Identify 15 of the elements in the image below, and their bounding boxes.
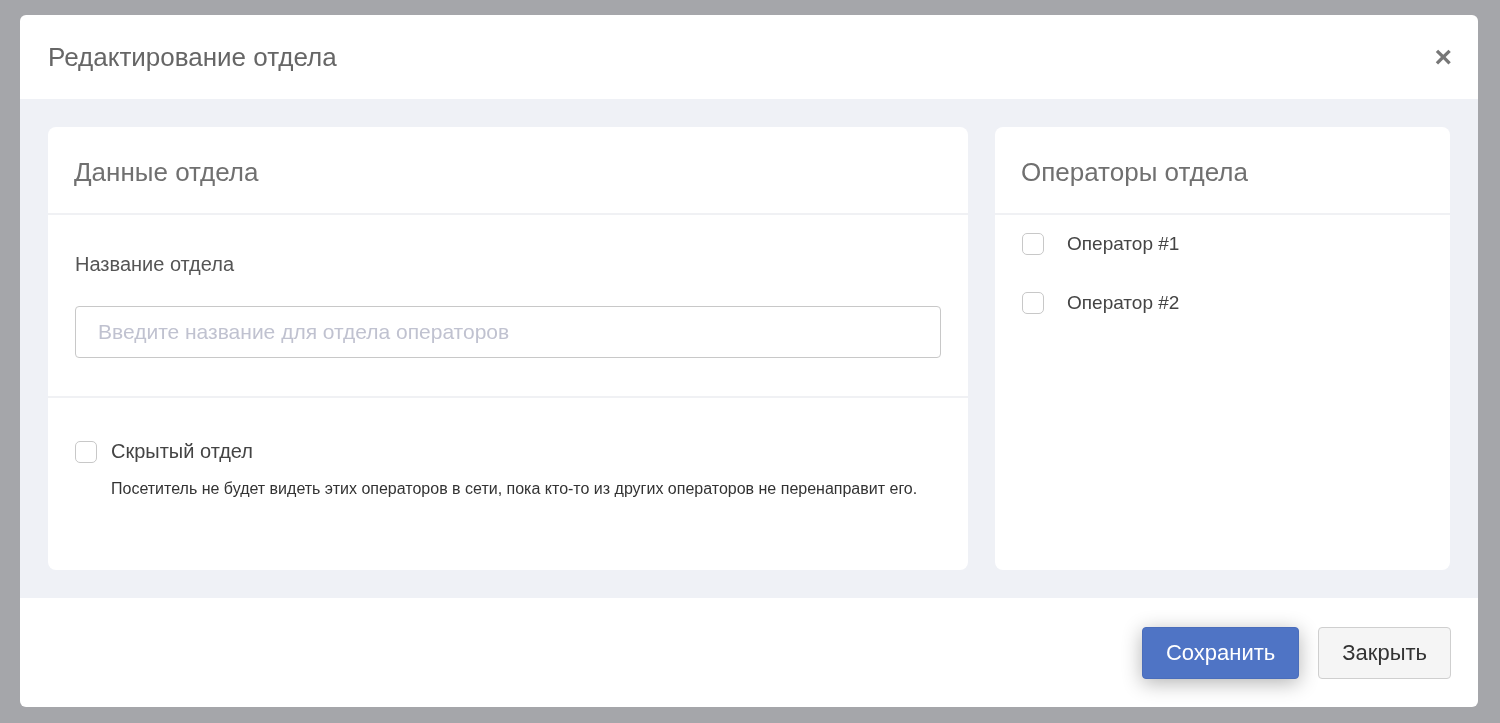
close-button[interactable]: Закрыть <box>1318 626 1451 679</box>
operator-label: Оператор #1 <box>1067 233 1180 255</box>
save-button[interactable]: Сохранить <box>1141 626 1300 679</box>
help-text: Посетитель не будет видеть этих операторов в сети, пока кто-то из других операторов не перенаправит его. <box>111 479 919 499</box>
card-title: Операторы отдела <box>995 127 1450 215</box>
checkbox-label: Скрытый отдел <box>111 440 253 463</box>
checkbox[interactable] <box>1022 233 1044 255</box>
field-label: Название отдела <box>75 253 236 276</box>
checkbox[interactable] <box>1022 292 1044 314</box>
dialog-title: Редактирование отдела <box>48 41 337 73</box>
card-title: Данные отдела <box>48 127 968 215</box>
checkbox[interactable] <box>75 440 97 463</box>
close-button[interactable]: × <box>1434 42 1452 72</box>
name-input-field[interactable]: Введите название для отдела операторов <box>75 306 941 358</box>
operator-label: Оператор #2 <box>1067 292 1180 314</box>
